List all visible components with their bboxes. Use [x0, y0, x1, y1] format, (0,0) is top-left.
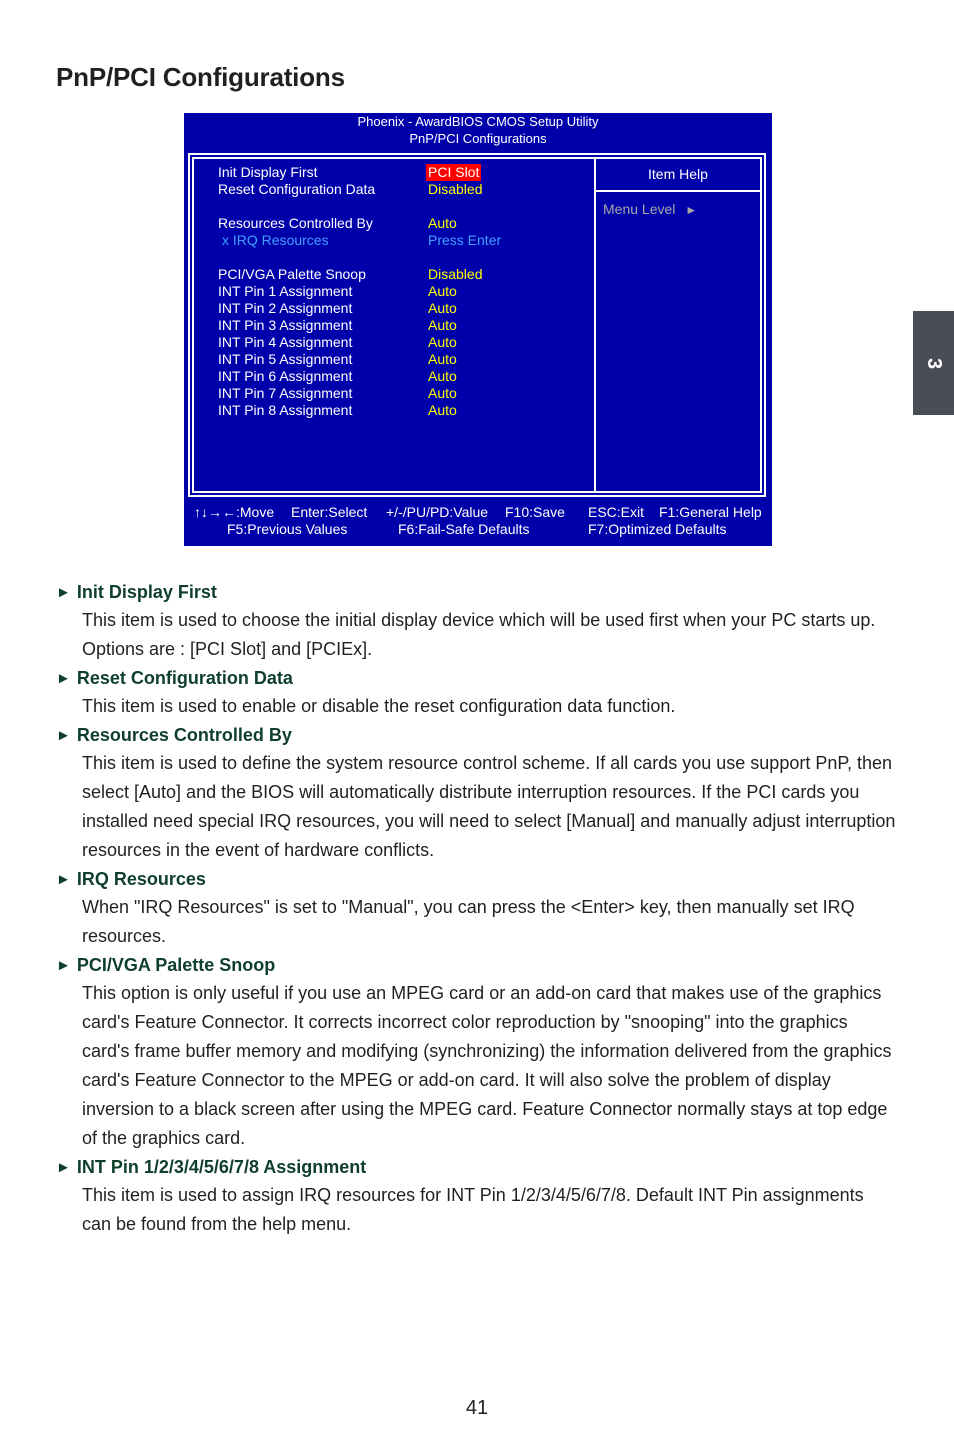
bios-row-int-pin-4[interactable]: INT Pin 4 Assignment Auto	[218, 334, 588, 351]
section-body: When "IRQ Resources" is set to "Manual",…	[82, 897, 855, 946]
setting-label: INT Pin 2 Assignment	[218, 300, 353, 316]
section-heading: ► Resources Controlled By	[56, 721, 896, 749]
setting-label: INT Pin 5 Assignment	[218, 351, 353, 367]
setting-value-selected[interactable]: PCI Slot	[426, 164, 482, 181]
triangle-right-icon: ►	[56, 956, 71, 974]
setting-label: INT Pin 1 Assignment	[218, 283, 353, 299]
bios-row-init-display-first[interactable]: Init Display First PCI Slot	[218, 164, 588, 181]
section-heading-text: INT Pin 1/2/3/4/5/6/7/8 Assignment	[76, 1156, 367, 1177]
section-body: This option is only useful if you use an…	[82, 983, 892, 1148]
bios-menu-title: PnP/PCI Configurations	[409, 131, 547, 146]
setting-value[interactable]: Auto	[428, 368, 457, 385]
bios-frame: Init Display First PCI Slot Reset Config…	[188, 153, 766, 497]
setting-value[interactable]: Auto	[428, 334, 457, 351]
section-heading: ► Reset Configuration Data	[56, 664, 896, 692]
setting-label: PCI/VGA Palette Snoop	[218, 266, 366, 282]
section-heading-text: IRQ Resources	[76, 868, 206, 889]
section-heading-text: Resources Controlled By	[76, 724, 292, 745]
section-int-pin-assignment: ► INT Pin 1/2/3/4/5/6/7/8 Assignment Thi…	[56, 1153, 896, 1239]
setting-value[interactable]: Disabled	[428, 181, 482, 198]
section-heading-text: Init Display First	[76, 581, 217, 602]
bios-row-int-pin-3[interactable]: INT Pin 3 Assignment Auto	[218, 317, 588, 334]
setting-label: INT Pin 4 Assignment	[218, 334, 353, 350]
section-body: This item is used to enable or disable t…	[82, 696, 676, 716]
page-number: 41	[465, 1397, 489, 1419]
section-body: This item is used to choose the initial …	[82, 610, 876, 659]
chapter-tab: 3	[913, 311, 954, 415]
setting-value[interactable]: Auto	[428, 300, 457, 317]
section-body: This item is used to assign IRQ resource…	[82, 1185, 864, 1234]
bios-row-irq-resources: x IRQ Resources Press Enter	[218, 232, 588, 249]
section-init-display-first: ► Init Display First This item is used t…	[56, 578, 896, 664]
key-select: Enter:Select	[291, 504, 368, 520]
triangle-right-icon: ►	[56, 1158, 71, 1176]
bios-row-int-pin-7[interactable]: INT Pin 7 Assignment Auto	[218, 385, 588, 402]
section-irq-resources: ► IRQ Resources When "IRQ Resources" is …	[56, 865, 896, 951]
bios-settings-list: Init Display First PCI Slot Reset Config…	[218, 164, 588, 419]
setting-label: Resources Controlled By	[218, 215, 373, 231]
bios-row-reset-configuration-data[interactable]: Reset Configuration Data Disabled	[218, 181, 588, 198]
item-help-title: Item Help	[648, 166, 708, 182]
bios-row-int-pin-1[interactable]: INT Pin 1 Assignment Auto	[218, 283, 588, 300]
bios-row-int-pin-8[interactable]: INT Pin 8 Assignment Auto	[218, 402, 588, 419]
setting-label: INT Pin 3 Assignment	[218, 317, 353, 333]
triangle-right-icon: ►	[56, 583, 71, 601]
bios-key-legend: ↑↓→←:Move Enter:Select +/-/PU/PD:Value F…	[184, 504, 772, 538]
key-optimized-defaults: F7:Optimized Defaults	[588, 521, 727, 537]
key-save: F10:Save	[505, 504, 565, 520]
setting-value[interactable]: Auto	[428, 283, 457, 300]
triangle-right-icon: ►	[56, 870, 71, 888]
bios-row-pci-vga-palette-snoop[interactable]: PCI/VGA Palette Snoop Disabled	[218, 266, 588, 283]
setting-value[interactable]: Auto	[428, 317, 457, 334]
setting-label: x IRQ Resources	[222, 232, 329, 248]
setting-value: Press Enter	[428, 232, 502, 248]
bios-row-int-pin-5[interactable]: INT Pin 5 Assignment Auto	[218, 351, 588, 368]
section-heading: ► INT Pin 1/2/3/4/5/6/7/8 Assignment	[56, 1153, 896, 1181]
page-title: PnP/PCI Configurations	[56, 62, 345, 92]
key-move: ↑↓→←:Move	[194, 504, 275, 520]
setting-value[interactable]: Disabled	[428, 266, 482, 283]
triangle-right-icon: ►	[56, 669, 71, 687]
bios-utility-title: Phoenix - AwardBIOS CMOS Setup Utility	[357, 114, 599, 129]
setting-descriptions: ► Init Display First This item is used t…	[56, 578, 896, 1239]
key-previous-values: F5:Previous Values	[227, 521, 348, 537]
setting-label: Reset Configuration Data	[218, 181, 376, 197]
bios-header: Phoenix - AwardBIOS CMOS Setup Utility P…	[184, 113, 772, 147]
section-heading-text: PCI/VGA Palette Snoop	[76, 954, 276, 975]
setting-value[interactable]: Auto	[428, 385, 457, 402]
section-resources-controlled-by: ► Resources Controlled By This item is u…	[56, 721, 896, 865]
key-failsafe-defaults: F6:Fail-Safe Defaults	[398, 521, 530, 537]
menu-level: Menu Level ►	[603, 201, 697, 217]
section-reset-configuration-data: ► Reset Configuration Data This item is …	[56, 664, 896, 721]
help-separator	[596, 190, 760, 192]
section-heading-text: Reset Configuration Data	[76, 667, 293, 688]
setting-label: INT Pin 7 Assignment	[218, 385, 353, 401]
menu-level-label: Menu Level	[603, 201, 676, 217]
key-value: +/-/PU/PD:Value	[386, 504, 489, 520]
triangle-right-icon: ►	[685, 203, 698, 217]
bios-row-resources-controlled-by[interactable]: Resources Controlled By Auto	[218, 215, 588, 232]
key-general-help: F1:General Help	[659, 504, 762, 520]
chapter-number: 3	[923, 357, 945, 369]
key-legend-line-1: ↑↓→←:Move Enter:Select +/-/PU/PD:Value F…	[184, 504, 772, 521]
triangle-right-icon: ►	[56, 726, 71, 744]
setting-value[interactable]: Auto	[428, 402, 457, 419]
setting-value[interactable]: Auto	[428, 215, 457, 232]
bios-screenshot: Phoenix - AwardBIOS CMOS Setup Utility P…	[184, 113, 772, 546]
key-legend-line-2: F5:Previous Values F6:Fail-Safe Defaults…	[184, 521, 772, 538]
section-heading: ► Init Display First	[56, 578, 896, 606]
bios-row-int-pin-6[interactable]: INT Pin 6 Assignment Auto	[218, 368, 588, 385]
section-heading: ► PCI/VGA Palette Snoop	[56, 951, 896, 979]
setting-label: Init Display First	[218, 164, 318, 180]
bios-row-int-pin-2[interactable]: INT Pin 2 Assignment Auto	[218, 300, 588, 317]
setting-label: INT Pin 8 Assignment	[218, 402, 353, 418]
section-body: This item is used to define the system r…	[82, 753, 896, 860]
bios-frame-inner: Init Display First PCI Slot Reset Config…	[192, 157, 762, 493]
key-exit: ESC:Exit	[588, 504, 645, 520]
panel-divider	[594, 159, 596, 491]
setting-value[interactable]: Auto	[428, 351, 457, 368]
section-pci-vga-palette-snoop: ► PCI/VGA Palette Snoop This option is o…	[56, 951, 896, 1153]
section-heading: ► IRQ Resources	[56, 865, 896, 893]
setting-label: INT Pin 6 Assignment	[218, 368, 353, 384]
